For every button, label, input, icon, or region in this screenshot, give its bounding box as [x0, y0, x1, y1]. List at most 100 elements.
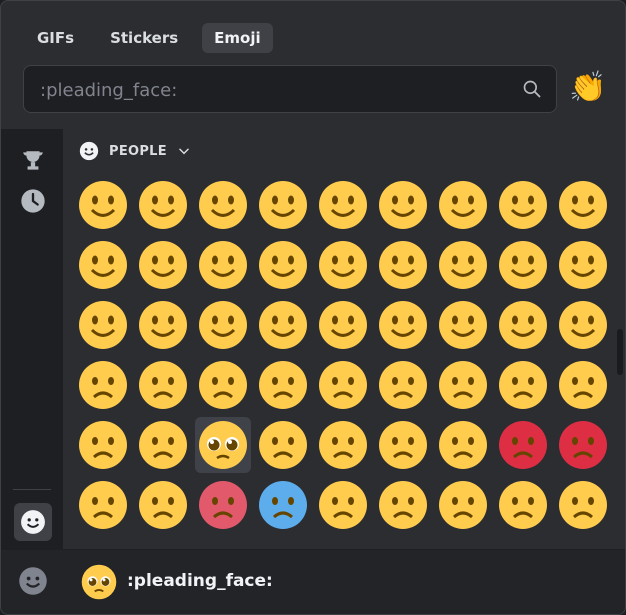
slightly-frowning-face-icon	[379, 361, 427, 409]
flushed-face-emoji[interactable]	[135, 477, 191, 533]
emoji-name: :pleading_face:	[127, 571, 273, 591]
smirking-face-emoji[interactable]	[555, 297, 611, 353]
angry-face-icon	[439, 421, 487, 469]
tab-emoji[interactable]: Emoji	[202, 23, 273, 53]
angry-face-emoji[interactable]	[435, 417, 491, 473]
frowning-face-icon	[439, 361, 487, 409]
winking-face-emoji[interactable]	[435, 177, 491, 233]
kissing-face-emoji[interactable]	[195, 237, 251, 293]
face-in-clouds-icon	[319, 481, 367, 529]
upside-down-face-icon	[379, 181, 427, 229]
smiling-face-with-hearts-emoji[interactable]	[75, 237, 131, 293]
smiley-icon	[79, 141, 99, 161]
pleading-face-icon	[81, 564, 117, 600]
disappointed-face-emoji[interactable]	[135, 357, 191, 413]
smiling-face-with-halo-emoji[interactable]	[255, 177, 311, 233]
exploding-head-icon	[79, 481, 127, 529]
trophy-icon[interactable]	[17, 145, 49, 177]
nerd-face-emoji[interactable]	[255, 297, 311, 353]
scrollbar-thumb[interactable]	[617, 329, 623, 375]
winking-face-with-tongue-emoji[interactable]	[555, 237, 611, 293]
clapping-hands-icon: 👏	[569, 69, 607, 105]
confused-face-icon	[319, 361, 367, 409]
smirking-face-icon	[559, 301, 607, 349]
disappointed-face-icon	[139, 361, 187, 409]
confounded-face-emoji[interactable]	[555, 357, 611, 413]
weary-face-emoji[interactable]	[135, 417, 191, 473]
sunglasses-face-emoji[interactable]	[315, 297, 371, 353]
winking-face-icon	[439, 181, 487, 229]
category-label: PEOPLE	[109, 143, 167, 159]
category-header[interactable]: PEOPLE	[79, 141, 191, 161]
face-with-symbols-emoji[interactable]	[555, 417, 611, 473]
face-blowing-kiss-emoji[interactable]	[135, 237, 191, 293]
hot-face-emoji[interactable]	[195, 477, 251, 533]
screaming-face-icon	[379, 481, 427, 529]
crying-face-emoji[interactable]	[255, 417, 311, 473]
partying-face-emoji[interactable]	[495, 297, 551, 353]
anxious-face-with-sweat-emoji[interactable]	[495, 477, 551, 533]
slightly-smiling-face-icon	[319, 181, 367, 229]
smiling-face-emoji[interactable]	[135, 177, 191, 233]
slightly-smiling-face-with-tear-emoji[interactable]	[75, 177, 131, 233]
worried-face-emoji[interactable]	[255, 357, 311, 413]
confounded-face-icon	[559, 361, 607, 409]
disguised-face-emoji[interactable]	[375, 297, 431, 353]
search-icon[interactable]	[522, 79, 542, 99]
squinting-face-with-tongue-icon	[499, 241, 547, 289]
kissing-face-closed-eyes-emoji[interactable]	[255, 237, 311, 293]
partying-face-icon	[499, 301, 547, 349]
upside-down-face-emoji[interactable]	[375, 177, 431, 233]
winking-face-with-tongue-icon	[559, 241, 607, 289]
tab-gifs[interactable]: GIFs	[25, 23, 86, 53]
confused-face-emoji[interactable]	[315, 357, 371, 413]
fearful-face-emoji[interactable]	[435, 477, 491, 533]
tab-stickers[interactable]: Stickers	[98, 23, 190, 53]
heart-eyes-face-emoji[interactable]	[555, 177, 611, 233]
relieved-face-emoji[interactable]	[495, 177, 551, 233]
blushing-face-icon	[199, 181, 247, 229]
exploding-head-emoji[interactable]	[75, 477, 131, 533]
star-struck-icon	[439, 301, 487, 349]
frowning-face-emoji[interactable]	[435, 357, 491, 413]
persevering-face-icon	[499, 361, 547, 409]
pleading-face-emoji[interactable]	[195, 417, 251, 473]
slightly-smiling-face-emoji[interactable]	[315, 177, 371, 233]
face-with-raised-eyebrow-emoji[interactable]	[135, 297, 191, 353]
face-with-tongue-emoji[interactable]	[435, 237, 491, 293]
search-input[interactable]	[38, 66, 512, 114]
skin-tone-selector[interactable]: 👏	[568, 67, 608, 107]
slightly-frowning-face-emoji[interactable]	[375, 357, 431, 413]
face-savoring-food-emoji[interactable]	[375, 237, 431, 293]
pouting-face-emoji[interactable]	[495, 417, 551, 473]
zany-face-icon	[79, 301, 127, 349]
disguised-face-icon	[379, 301, 427, 349]
squinting-face-with-tongue-emoji[interactable]	[495, 237, 551, 293]
blushing-face-emoji[interactable]	[195, 177, 251, 233]
persevering-face-emoji[interactable]	[495, 357, 551, 413]
cold-face-icon	[259, 481, 307, 529]
tired-face-emoji[interactable]	[75, 417, 131, 473]
face-with-monocle-emoji[interactable]	[195, 297, 251, 353]
face-with-steam-emoji[interactable]	[375, 417, 431, 473]
screaming-face-emoji[interactable]	[375, 477, 431, 533]
smiling-face-icon	[139, 181, 187, 229]
face-with-monocle-icon	[199, 301, 247, 349]
face-in-clouds-emoji[interactable]	[315, 477, 371, 533]
pensive-face-icon	[199, 361, 247, 409]
sunglasses-face-icon	[319, 301, 367, 349]
smiley-icon	[19, 567, 47, 595]
star-struck-emoji[interactable]	[435, 297, 491, 353]
cold-face-emoji[interactable]	[255, 477, 311, 533]
loudly-crying-face-emoji[interactable]	[315, 417, 371, 473]
kissing-face-icon	[199, 241, 247, 289]
picker-tabs: GIFs Stickers Emoji	[25, 23, 273, 53]
anxious-face-with-sweat-icon	[499, 481, 547, 529]
people-category-icon[interactable]	[14, 503, 52, 541]
unamused-face-emoji[interactable]	[75, 357, 131, 413]
pensive-face-emoji[interactable]	[195, 357, 251, 413]
sad-but-relieved-face-emoji[interactable]	[555, 477, 611, 533]
clock-icon[interactable]	[17, 185, 49, 217]
kissing-face-smiling-eyes-emoji[interactable]	[315, 237, 371, 293]
zany-face-emoji[interactable]	[75, 297, 131, 353]
